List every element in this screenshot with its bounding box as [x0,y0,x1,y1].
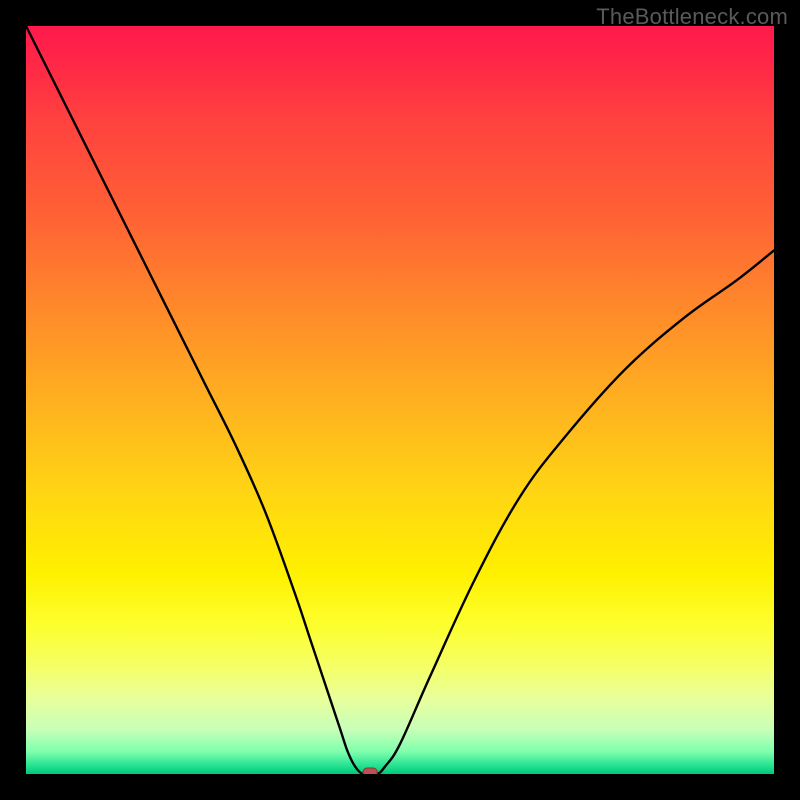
minimum-marker [363,768,377,774]
watermark-text: TheBottleneck.com [596,4,788,30]
chart-frame: TheBottleneck.com [0,0,800,800]
curve-svg [26,26,774,774]
plot-area [26,26,774,774]
bottleneck-curve-path [26,26,774,774]
